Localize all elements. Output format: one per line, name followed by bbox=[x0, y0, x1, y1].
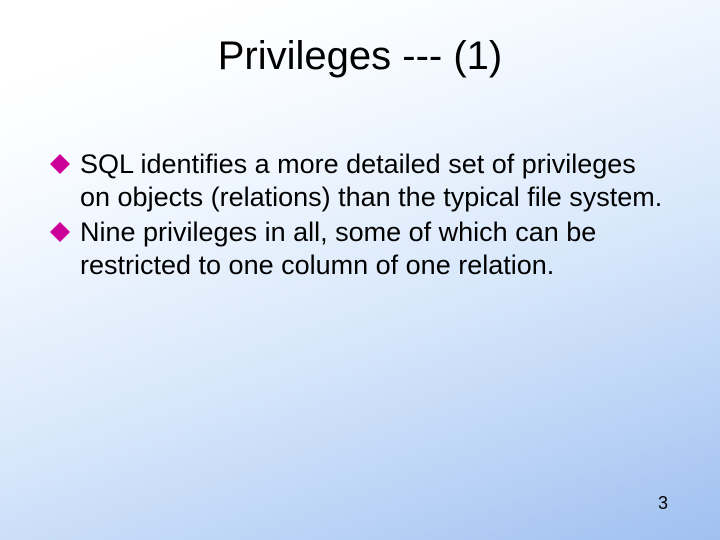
diamond-bullet-icon bbox=[50, 154, 70, 174]
slide: Privileges --- (1) SQL identifies a more… bbox=[0, 0, 720, 540]
slide-body: SQL identifies a more detailed set of pr… bbox=[50, 148, 670, 284]
list-item: SQL identifies a more detailed set of pr… bbox=[50, 148, 670, 214]
bullet-text: Nine privileges in all, some of which ca… bbox=[80, 217, 596, 280]
slide-title: Privileges --- (1) bbox=[0, 0, 720, 79]
list-item: Nine privileges in all, some of which ca… bbox=[50, 216, 670, 282]
diamond-bullet-icon bbox=[50, 222, 70, 242]
page-number: 3 bbox=[658, 493, 668, 514]
bullet-text: SQL identifies a more detailed set of pr… bbox=[80, 149, 662, 212]
